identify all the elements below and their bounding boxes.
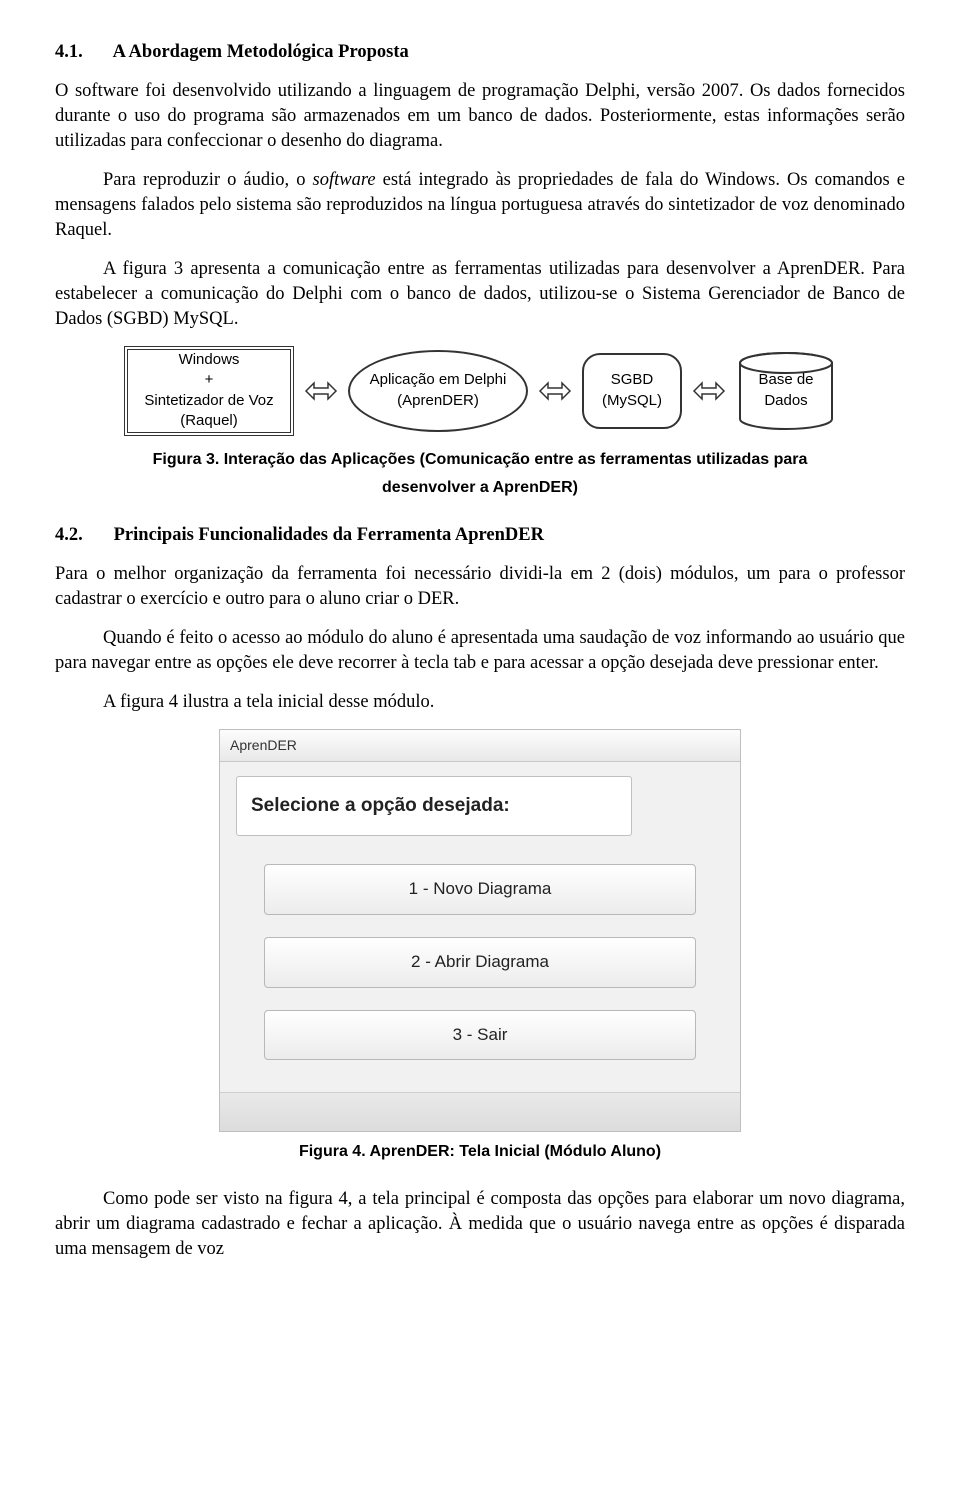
paragraph-3: A figura 3 apresenta a comunicação entre…	[55, 257, 905, 332]
figure-4-caption: Figura 4. AprenDER: Tela Inicial (Módulo…	[55, 1138, 905, 1167]
diagram-app-line2: (AprenDER)	[397, 392, 479, 409]
section-4-2-heading: 4.2. Principais Funcionalidades da Ferra…	[55, 523, 905, 548]
figure-3-caption-line1: Figura 3. Interação das Aplicações (Comu…	[153, 451, 808, 468]
paragraph-2: Para reproduzir o áudio, o software está…	[55, 168, 905, 243]
diagram-node-sgbd: SGBD (MySQL)	[582, 353, 682, 429]
paragraph-2-part-a: Para reproduzir o áudio, o	[103, 170, 313, 190]
figure-3-caption-line2: desenvolver a AprenDER)	[382, 479, 578, 496]
diagram-sgbd-line1: SGBD	[611, 371, 654, 388]
section-4-1-number: 4.1.	[55, 40, 109, 65]
aprender-option-novo-diagrama[interactable]: 1 - Novo Diagrama	[264, 864, 695, 915]
double-arrow-icon	[304, 379, 338, 403]
aprender-option-sair[interactable]: 3 - Sair	[264, 1010, 695, 1061]
double-arrow-icon	[538, 379, 572, 403]
section-4-2-title: Principais Funcionalidades da Ferramenta…	[114, 525, 544, 545]
section-4-1-title: A Abordagem Metodológica Proposta	[113, 42, 409, 62]
diagram-node-windows: Windows + Sintetizador de Voz (Raquel)	[124, 346, 294, 436]
double-arrow-icon	[692, 379, 726, 403]
section-4-1-heading: 4.1. A Abordagem Metodológica Proposta	[55, 40, 905, 65]
section-4-2-number: 4.2.	[55, 523, 109, 548]
figure-4-screenshot: AprenDER Selecione a opção desejada: 1 -…	[55, 729, 905, 1132]
paragraph-2-italic: software	[313, 170, 376, 190]
diagram-db-line2: Dados	[764, 392, 807, 409]
figure-3-caption: Figura 3. Interação das Aplicações (Comu…	[55, 446, 905, 504]
diagram-windows-line1: Windows	[179, 351, 240, 368]
diagram-windows-line4: (Raquel)	[180, 412, 238, 429]
architecture-diagram: Windows + Sintetizador de Voz (Raquel) A…	[55, 346, 905, 436]
diagram-windows-line3: Sintetizador de Voz	[144, 392, 273, 409]
aprender-window: AprenDER Selecione a opção desejada: 1 -…	[219, 729, 741, 1132]
diagram-node-application: Aplicação em Delphi (AprenDER)	[348, 350, 528, 432]
diagram-windows-line2: +	[205, 371, 214, 388]
diagram-sgbd-line2: (MySQL)	[602, 392, 662, 409]
diagram-node-database: Base de Dados	[736, 351, 836, 431]
paragraph-1: O software foi desenvolvido utilizando a…	[55, 79, 905, 154]
paragraph-7: Como pode ser visto na figura 4, a tela …	[55, 1187, 905, 1262]
aprender-option-abrir-diagrama[interactable]: 2 - Abrir Diagrama	[264, 937, 695, 988]
paragraph-5: Quando é feito o acesso ao módulo do alu…	[55, 626, 905, 676]
diagram-db-line1: Base de	[758, 371, 813, 388]
paragraph-6: A figura 4 ilustra a tela inicial desse …	[55, 690, 905, 715]
aprender-window-footer	[220, 1092, 740, 1131]
aprender-window-title: AprenDER	[220, 730, 740, 762]
aprender-prompt-label: Selecione a opção desejada:	[236, 776, 632, 836]
diagram-app-line1: Aplicação em Delphi	[370, 371, 507, 388]
paragraph-4: Para o melhor organização da ferramenta …	[55, 562, 905, 612]
